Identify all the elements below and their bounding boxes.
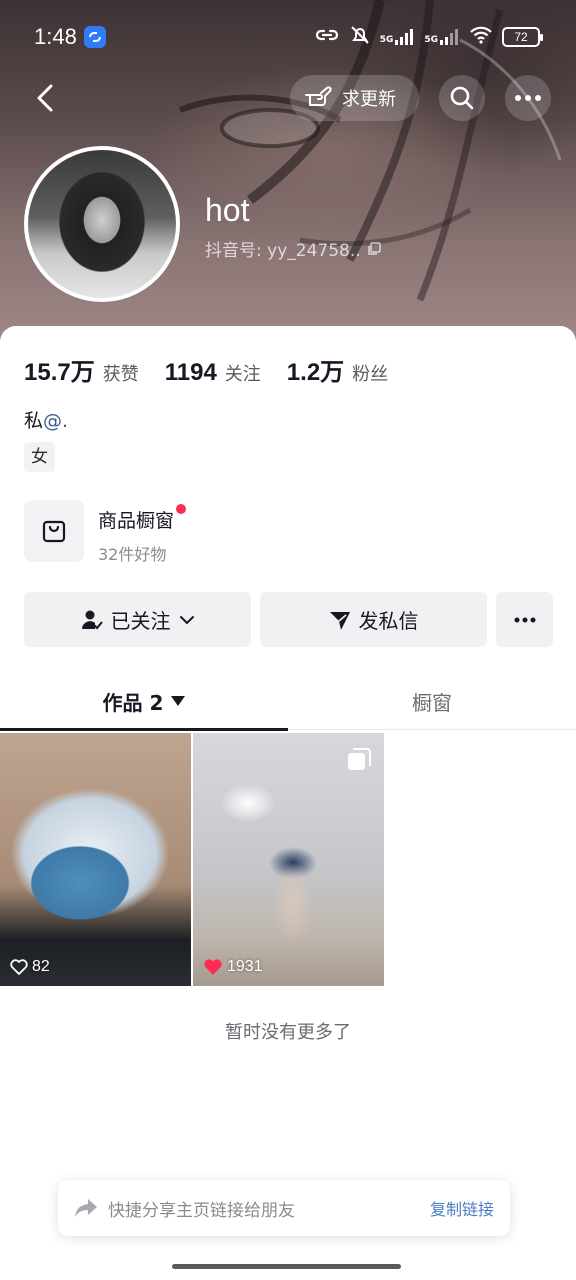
video-thumbnail[interactable]: 82 [0,733,191,986]
search-button[interactable] [439,75,485,121]
bio: 私@. [24,406,68,433]
more-options-button[interactable] [505,75,551,121]
send-message-label: 发私信 [358,609,419,633]
shop-subtitle: 32件好物 [98,545,167,564]
request-update-button[interactable]: 求更新 [290,75,419,121]
request-update-label: 求更新 [342,89,396,110]
stat-following-value: 1194 [164,359,217,386]
more-dots-icon [514,617,535,622]
send-icon [329,611,350,630]
stat-followers[interactable]: 1.2万 粉丝 [287,352,388,387]
signal-icon-1: 5G [380,29,416,45]
followed-label: 已关注 [110,609,171,633]
stat-following-label: 关注 [224,364,261,385]
followed-button[interactable]: 已关注 [24,592,251,647]
action-buttons: 已关注 发私信 [24,592,553,647]
home-indicator[interactable] [172,1264,401,1269]
tab-showcase-label: 橱窗 [412,690,452,715]
pointing-hand-icon [304,83,334,114]
douyin-id-text: 抖音号: yy_24758.. [205,241,361,261]
stat-followers-value: 1.2万 [286,359,345,386]
heart-filled-icon [204,959,222,975]
stat-likes-value: 15.7万 [24,359,95,386]
shop-showcase-entry[interactable]: 商品橱窗 32件好物 [24,500,187,565]
stat-followers-label: 粉丝 [352,364,389,385]
more-dots-icon [515,95,541,101]
battery-indicator: 72 [502,27,543,47]
copy-icon[interactable] [367,241,381,256]
stat-likes-label: 获赞 [102,364,139,385]
video-likes-count: 82 [32,958,50,975]
signal-label-2: 5G [424,35,438,45]
mute-bell-icon [349,24,371,50]
send-message-button[interactable]: 发私信 [260,592,487,647]
multi-image-icon [348,748,371,770]
douyin-id[interactable]: 抖音号: yy_24758.. [205,236,381,261]
wifi-icon [469,25,493,49]
tab-showcase[interactable]: 橱窗 [288,672,576,730]
red-dot-badge [176,504,187,514]
bio-text: 私 [24,410,44,432]
action-more-button[interactable] [496,592,553,647]
tab-works-label: 作品 2 [102,690,164,715]
bio-mention[interactable]: @. [43,410,68,432]
user-check-icon [81,610,103,629]
heart-outline-icon [10,959,28,975]
link-icon [314,25,340,49]
app-notification-icon [84,26,106,48]
username: hot [205,192,250,228]
status-bar: 1:48 5G 5G 72 [0,0,576,76]
share-arrow-icon [75,1199,97,1217]
stat-following[interactable]: 1194 关注 [165,359,261,387]
signal-label-1: 5G [379,35,394,45]
search-icon [450,86,474,110]
no-more-content-text: 暂时没有更多了 [225,1022,351,1043]
share-profile-bar[interactable]: 快捷分享主页链接给朋友 复制链接 [58,1180,510,1236]
share-text: 快捷分享主页链接给朋友 [108,1200,295,1221]
profile-stats: 15.7万 获赞 1194 关注 1.2万 粉丝 [24,352,388,387]
shop-title: 商品橱窗 [98,504,187,533]
tab-works[interactable]: 作品 2 [0,672,288,731]
gender-tag: 女 [24,442,55,472]
profile-tabs: 作品 2 橱窗 [0,672,576,731]
video-thumbnail[interactable]: 1931 [193,733,384,986]
video-likes-count: 1931 [227,958,263,975]
back-arrow-icon [37,84,53,112]
shop-title-text: 商品橱窗 [98,510,175,532]
video-grid: 82 1931 [0,733,384,986]
video-likes: 82 [10,958,50,976]
video-likes: 1931 [203,958,263,976]
avatar[interactable] [24,146,180,302]
copy-link-button[interactable]: 复制链接 [430,1196,494,1220]
back-button[interactable] [26,78,66,118]
caret-down-icon [171,696,186,706]
signal-icon-2: 5G [424,29,460,45]
shop-bag-icon [24,500,84,562]
status-time: 1:48 [34,24,77,49]
chevron-down-icon [179,615,194,624]
stat-likes[interactable]: 15.7万 获赞 [24,352,139,387]
